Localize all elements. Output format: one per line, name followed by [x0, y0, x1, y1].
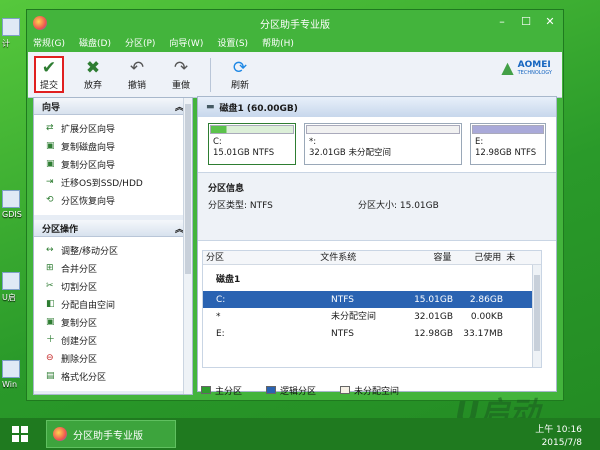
close-button[interactable]: ✕ [543, 15, 557, 29]
menu-wizard[interactable]: 向导(W) [169, 36, 203, 50]
computer-icon [2, 18, 20, 36]
start-button[interactable] [0, 418, 40, 450]
desktop-icon-uqidong[interactable]: U启 [2, 272, 26, 303]
op-split[interactable]: ✂ 切割分区 [46, 277, 192, 295]
refresh-icon: ⟳ [232, 58, 248, 78]
gdisk-icon [2, 190, 20, 208]
migrate-os-icon: ⇥ [46, 177, 54, 187]
windows-setup-icon [2, 360, 20, 378]
title-bar: 分区助手专业版 – ☐ ✕ [27, 10, 563, 36]
refresh-button[interactable]: ⟳ 刷新 [225, 58, 255, 91]
format-icon: ▤ [46, 371, 55, 381]
app-logo-icon [53, 427, 67, 441]
disk-header[interactable]: ▬ 磁盘1 (60.00GB) [198, 97, 556, 117]
legend-primary: 主分区 [201, 384, 242, 397]
aomei-logo-icon: ▲ [501, 58, 514, 77]
op-allocate-free-space[interactable]: ◧ 分配自由空间 [46, 295, 192, 313]
partition-table: 分区 文件系统 容量 己使用 未 磁盘1 C: NTFS 15.01GB 2.8… [202, 250, 542, 368]
table-row[interactable]: C: NTFS 15.01GB 2.86GB [203, 291, 541, 308]
legend-logical: 逻辑分区 [266, 384, 316, 397]
window-title: 分区助手专业版 [260, 19, 330, 31]
discard-x-icon: ✖ [85, 58, 101, 78]
hard-disk-icon: ▬ [206, 102, 215, 112]
wizard-extend-partition[interactable]: ⇄ 扩展分区向导 [46, 119, 192, 137]
resize-icon: ↔ [46, 245, 54, 255]
split-icon: ✂ [46, 281, 54, 291]
partition-block-c[interactable]: C: 15.01GB NTFS [208, 123, 296, 165]
partition-block-unallocated[interactable]: *: 32.01GB 未分配空间 [304, 123, 462, 165]
toolbar-separator [210, 57, 211, 92]
desktop-icon-computer[interactable]: 计 [2, 18, 26, 49]
task-pane: 向导 ︽ ⇄ 扩展分区向导 ▣ 复制磁盘向导 ▣ 复制分区向导 ⇥ 迁移OS到SSD/H… [33, 97, 193, 395]
redo-button[interactable]: ↷ 重做 [166, 58, 196, 91]
maximize-button[interactable]: ☐ [519, 15, 533, 29]
commit-button[interactable]: ✔ 提交 [34, 56, 64, 93]
partition-info: 分区信息 分区类型: NTFS 分区大小: 15.01GB [198, 173, 556, 241]
op-resize-move[interactable]: ↔ 调整/移动分区 [46, 241, 192, 259]
desktop-icon-win[interactable]: Win [2, 360, 26, 389]
task-pane-scrollbar[interactable] [183, 98, 192, 394]
partition-block-e[interactable]: E: 12.98GB NTFS [470, 123, 546, 165]
menu-settings[interactable]: 设置(S) [217, 36, 248, 50]
copy-partition-icon: ▣ [46, 159, 55, 169]
table-header: 分区 文件系统 容量 己使用 未 [203, 251, 541, 265]
legend-unallocated: 未分配空间 [340, 384, 399, 397]
table-row[interactable]: * 未分配空间 32.01GB 0.00KB [203, 308, 541, 325]
partition-size: 分区大小: 15.01GB [358, 201, 439, 211]
wizard-copy-disk[interactable]: ▣ 复制磁盘向导 [46, 137, 192, 155]
wizard-partition-recovery[interactable]: ⟲ 分区恢复向导 [46, 191, 192, 209]
copy-disk-icon: ▣ [46, 141, 55, 151]
wizards-list: ⇄ 扩展分区向导 ▣ 复制磁盘向导 ▣ 复制分区向导 ⇥ 迁移OS到SSD/HDD ⟲ 分… [34, 115, 192, 215]
menu-bar: 常规(G) 磁盘(D) 分区(P) 向导(W) 设置(S) 帮助(H) [27, 36, 563, 50]
create-icon: ＋ [46, 335, 56, 345]
windows-logo-icon [12, 426, 28, 442]
disk-map: C: 15.01GB NTFS *: 32.01GB 未分配空间 E: 12.9… [198, 117, 556, 173]
recovery-icon: ⟲ [46, 195, 54, 205]
table-row[interactable]: E: NTFS 12.98GB 33.17MB [203, 325, 541, 342]
extend-wizard-icon: ⇄ [46, 123, 54, 133]
wizards-section-header[interactable]: 向导 ︽ [34, 98, 192, 115]
op-copy-partition[interactable]: ▣ 复制分区 [46, 313, 192, 331]
operations-list: ↔ 调整/移动分区 ⊞ 合并分区 ✂ 切割分区 ◧ 分配自由空间 ▣ 复制分区 ＋创建分区… [34, 237, 192, 391]
copy-icon: ▣ [46, 317, 55, 327]
table-scrollbar[interactable] [532, 265, 541, 367]
undo-button[interactable]: ↶ 撤销 [122, 58, 152, 91]
checkmark-icon: ✔ [41, 58, 57, 78]
aomei-logo: ▲ AOMEI TECHNOLOGY [501, 58, 552, 77]
op-format-partition[interactable]: ▤ 格式化分区 [46, 367, 192, 385]
partition-type: 分区类型: NTFS [208, 201, 273, 211]
desktop-icon-gdis[interactable]: GDIS [2, 190, 26, 219]
menu-disk[interactable]: 磁盘(D) [79, 36, 111, 50]
op-merge[interactable]: ⊞ 合并分区 [46, 259, 192, 277]
op-create-partition[interactable]: ＋创建分区 [46, 331, 192, 349]
op-delete-partition[interactable]: ⊖ 删除分区 [46, 349, 192, 367]
system-clock[interactable]: 上午 10:16 2015/7/8 [535, 424, 582, 450]
wizard-migrate-os[interactable]: ⇥ 迁移OS到SSD/HDD [46, 173, 192, 191]
table-group-disk1[interactable]: 磁盘1 [203, 265, 541, 291]
redo-arrow-icon: ↷ [173, 58, 189, 78]
app-logo-icon [33, 16, 47, 30]
menu-help[interactable]: 帮助(H) [262, 36, 294, 50]
undo-arrow-icon: ↶ [129, 58, 145, 78]
delete-icon: ⊖ [46, 353, 54, 363]
partition-usage-bar [210, 125, 294, 134]
minimize-button[interactable]: – [495, 15, 509, 29]
menu-general[interactable]: 常规(G) [33, 36, 65, 50]
operations-section-header[interactable]: 分区操作 ︽ [34, 220, 192, 237]
menu-partition[interactable]: 分区(P) [125, 36, 155, 50]
partition-usage-bar [472, 125, 544, 134]
allocate-icon: ◧ [46, 299, 55, 309]
toolbar: ✔ 提交 ✖ 放弃 ↶ 撤销 ↷ 重做 ⟳ 刷新 ▲ AOMEI TECHNOLO… [28, 52, 562, 98]
taskbar-app-button[interactable]: 分区助手专业版 [46, 420, 176, 448]
discard-button[interactable]: ✖ 放弃 [78, 58, 108, 91]
disk-view: ▬ 磁盘1 (60.00GB) C: 15.01GB NTFS *: 32.01… [197, 96, 557, 392]
merge-icon: ⊞ [46, 263, 54, 273]
taskbar: 分区助手专业版 上午 10:16 2015/7/8 [0, 418, 600, 450]
usb-tool-icon [2, 272, 20, 290]
wizard-copy-partition[interactable]: ▣ 复制分区向导 [46, 155, 192, 173]
partition-usage-bar [306, 125, 460, 134]
